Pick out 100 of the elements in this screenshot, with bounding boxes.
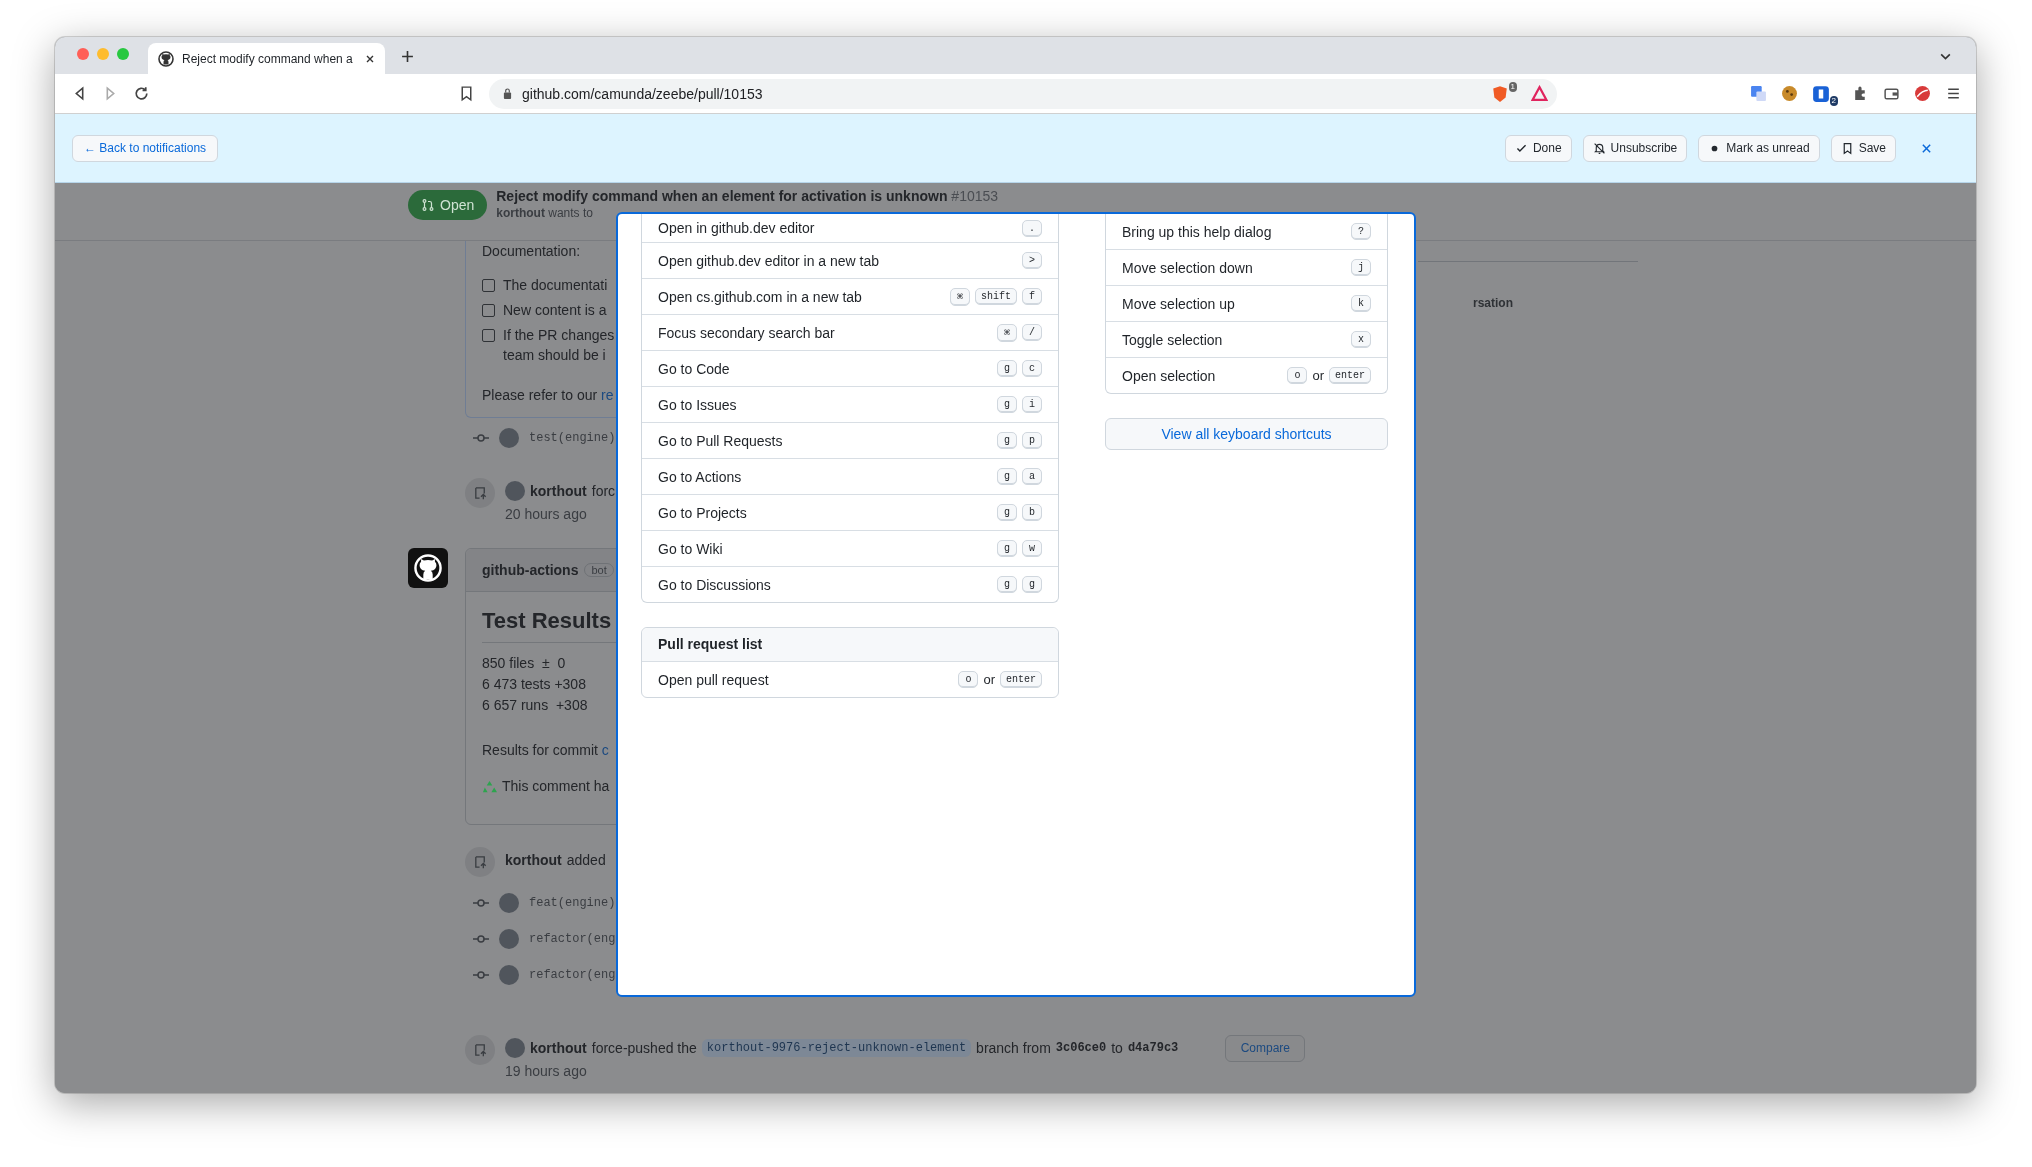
event-text: to	[1111, 1040, 1123, 1056]
timestamp[interactable]: 20 hours ago	[505, 506, 616, 522]
author-link[interactable]: korthout	[530, 1040, 587, 1056]
avatar[interactable]	[505, 1038, 525, 1058]
checkbox[interactable]	[482, 329, 495, 342]
timestamp[interactable]: 19 hours ago	[505, 1063, 1306, 1079]
status-badge: Open	[408, 189, 488, 220]
checklist-text: New content is a	[503, 301, 607, 320]
description-heading: Documentation:	[482, 242, 581, 261]
new-tab-icon[interactable]	[401, 50, 414, 63]
commit-message[interactable]: test(engine)	[529, 431, 616, 445]
close-window-icon[interactable]	[77, 48, 89, 60]
shortcut-label: Go to Code	[658, 360, 730, 377]
shortcut-label: Go to Wiki	[658, 540, 723, 557]
key: o	[958, 671, 979, 688]
shortcut-label: Go to Discussions	[658, 576, 771, 593]
bell-slash-icon	[1592, 141, 1606, 155]
triangle-icon[interactable]	[1531, 85, 1548, 102]
avatar[interactable]	[499, 893, 519, 913]
menu-icon[interactable]	[1945, 85, 1962, 102]
shortcut-label: Toggle selection	[1122, 331, 1223, 348]
github-icon[interactable]	[408, 548, 448, 588]
avatar[interactable]	[499, 428, 519, 448]
key: enter	[1000, 671, 1042, 688]
comment-text: Results for commit	[482, 742, 598, 758]
key: g	[997, 540, 1017, 557]
key: j	[1351, 259, 1371, 276]
avatar[interactable]	[499, 965, 519, 985]
shortcut-label: Bring up this help dialog	[1122, 223, 1272, 240]
cookie-icon[interactable]	[1781, 85, 1798, 102]
key: enter	[1329, 367, 1371, 384]
author-link[interactable]: github-actions	[482, 562, 579, 578]
event-text: branch from	[976, 1040, 1051, 1056]
key: /	[1022, 324, 1042, 341]
avatar[interactable]	[499, 929, 519, 949]
compare-button[interactable]: Compare	[1225, 1034, 1306, 1062]
author-link[interactable]: korthout	[505, 852, 562, 868]
key: shift	[975, 288, 1017, 305]
github-icon	[158, 50, 174, 67]
key: w	[1022, 540, 1042, 557]
key: f	[1022, 288, 1042, 305]
key: i	[1022, 396, 1042, 413]
key: g	[997, 576, 1017, 593]
notification-action-button[interactable]: Done	[1504, 134, 1572, 162]
key: g	[1022, 576, 1042, 593]
commit-sha[interactable]: d4a79c3	[1127, 1041, 1179, 1055]
browser-tab[interactable]: Reject modify command when a	[148, 43, 385, 74]
shortcut-label: Go to Projects	[658, 504, 747, 521]
link[interactable]: re	[601, 387, 614, 403]
checklist-text: If the PR changes	[503, 326, 615, 345]
notification-action-button[interactable]: Save	[1830, 134, 1896, 162]
commit-message[interactable]: feat(engine)	[529, 896, 616, 910]
shortcut-label: Open cs.github.com in a new tab	[658, 288, 862, 305]
notification-action-button[interactable]: Mark as unread	[1698, 134, 1820, 162]
reload-icon[interactable]	[133, 85, 150, 102]
joiner-text: or	[983, 672, 995, 687]
checkbox[interactable]	[482, 304, 495, 317]
key: a	[1022, 468, 1042, 485]
avatar[interactable]	[505, 481, 525, 501]
shortcut-label: Open selection	[1122, 367, 1216, 384]
view-all-shortcuts-button[interactable]: View all keyboard shortcuts	[1105, 418, 1388, 450]
key: c	[1022, 360, 1042, 377]
pull-request-title: Reject modify command when an element for activation is unknown	[496, 187, 948, 204]
event-text: force-pushed the	[591, 1040, 697, 1056]
push-icon	[465, 478, 495, 508]
checkbox[interactable]	[482, 279, 495, 292]
lock-icon	[503, 88, 512, 99]
close-tab-icon[interactable]	[365, 53, 375, 64]
author-link[interactable]: korthout	[530, 483, 587, 499]
joiner-text: or	[1312, 368, 1324, 383]
comment-text: This comment ha	[502, 778, 610, 794]
close-icon[interactable]	[1921, 142, 1932, 154]
commit-message[interactable]: refactor(eng	[529, 932, 616, 946]
shortcut-label: Open pull request	[658, 671, 769, 688]
tab-title: Reject modify command when a	[182, 51, 354, 66]
commit-message[interactable]: refactor(eng	[529, 968, 616, 982]
key: g	[997, 504, 1017, 521]
event-text: forc	[591, 483, 616, 499]
recycle-icon	[482, 778, 497, 794]
key: .	[1022, 219, 1042, 237]
key: ⌘	[997, 323, 1017, 342]
shortcut-label: Go to Actions	[658, 468, 742, 485]
shortcut-label: Open github.dev editor in a new tab	[658, 252, 880, 269]
checklist-text: team should be i	[503, 346, 606, 365]
key: x	[1351, 331, 1371, 348]
key: o	[1287, 367, 1308, 384]
key: >	[1022, 252, 1042, 269]
tab-label[interactable]: rsation	[1418, 261, 1638, 310]
link[interactable]: c	[601, 742, 609, 758]
shortcut-label: Go to Pull Requests	[658, 432, 783, 449]
key: k	[1351, 295, 1371, 312]
branch-name[interactable]: korthout-9976-reject-unknown-element	[701, 1039, 972, 1057]
comment-title: Test Results	[482, 608, 612, 634]
profile-icon[interactable]	[1914, 85, 1931, 102]
pull-request-number: #10153	[951, 187, 999, 204]
key: g	[997, 432, 1017, 449]
translate-icon[interactable]	[1750, 85, 1767, 102]
notification-action-button[interactable]: Unsubscribe	[1582, 134, 1688, 162]
commit-sha[interactable]: 3c06ce0	[1055, 1041, 1107, 1055]
back-to-notifications-link[interactable]: ← Back to notifications	[72, 134, 219, 162]
